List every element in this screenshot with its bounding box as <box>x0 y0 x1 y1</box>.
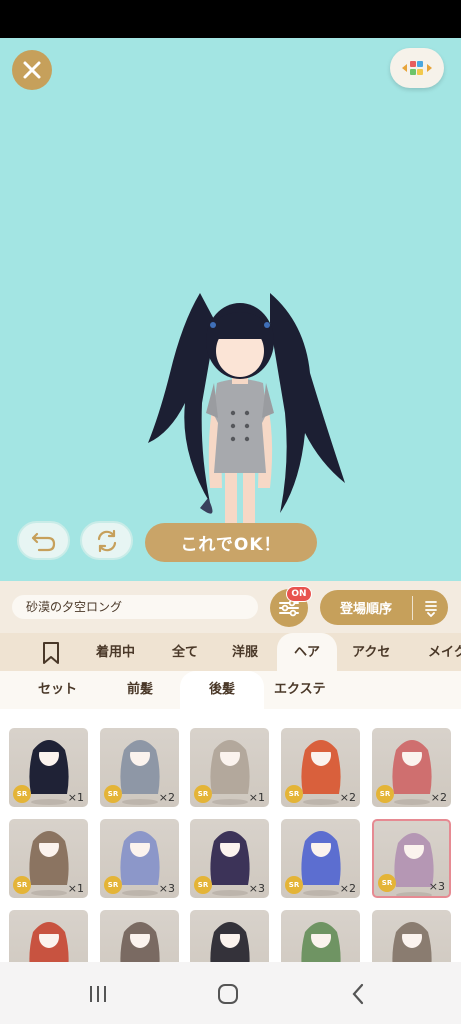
hair-preview-icon <box>120 922 160 962</box>
avatar-character <box>148 293 345 550</box>
hair-item[interactable]: SR ×3 <box>100 819 179 898</box>
hair-item[interactable]: SR ×3 <box>190 819 269 898</box>
category-tabs: 着用中 全て 洋服 ヘア アクセ メイク <box>0 633 461 671</box>
rarity-badge: SR <box>104 876 122 894</box>
sort-order-icon[interactable] <box>413 599 448 617</box>
item-count: ×3 <box>248 882 265 895</box>
hair-item[interactable] <box>100 910 179 962</box>
subcategory-tabs: セット 前髪 後髪 エクステ <box>0 671 461 709</box>
tab-accessories[interactable]: アクセ <box>352 633 390 671</box>
item-count: ×2 <box>430 791 447 804</box>
hair-item[interactable] <box>372 910 451 962</box>
rarity-badge: SR <box>376 785 394 803</box>
selected-item-name: 砂漠の夕空ロング <box>12 595 258 619</box>
item-count: ×3 <box>428 880 445 893</box>
hair-preview-icon <box>29 922 69 962</box>
avatar-stage: これでOK！ <box>0 38 461 581</box>
item-count: ×1 <box>248 791 265 804</box>
subtab-set[interactable]: セット <box>38 671 77 709</box>
subtab-bangs[interactable]: 前髪 <box>127 671 153 709</box>
rarity-badge: SR <box>13 785 31 803</box>
item-count: ×2 <box>158 791 175 804</box>
hair-item[interactable]: SR ×1 <box>190 728 269 807</box>
subtab-back-hair[interactable]: 後髪 <box>180 671 264 709</box>
tab-hair[interactable]: ヘア <box>277 633 337 671</box>
back-icon <box>352 983 364 1005</box>
home-icon <box>218 984 238 1004</box>
hair-item[interactable]: SR ×2 <box>372 728 451 807</box>
subtab-extensions[interactable]: エクステ <box>274 671 326 709</box>
hair-item[interactable] <box>281 910 360 962</box>
rarity-badge: SR <box>13 876 31 894</box>
tab-clothes[interactable]: 洋服 <box>232 633 258 671</box>
undo-button[interactable] <box>17 521 70 560</box>
sort-button[interactable]: 登場順序 <box>320 590 448 625</box>
hair-item[interactable]: SR ×1 <box>9 819 88 898</box>
rarity-badge: SR <box>378 874 396 892</box>
rarity-badge: SR <box>194 876 212 894</box>
tab-all[interactable]: 全て <box>172 633 198 671</box>
status-bar <box>0 0 461 38</box>
close-button[interactable] <box>12 50 52 90</box>
item-count: ×2 <box>339 882 356 895</box>
recent-apps-button[interactable] <box>78 980 118 1008</box>
item-count: ×2 <box>339 791 356 804</box>
close-icon <box>23 61 41 79</box>
reset-button[interactable] <box>80 521 133 560</box>
filter-bar: 砂漠の夕空ロング ON 登場順序 <box>0 581 461 633</box>
back-button[interactable] <box>338 980 378 1008</box>
hair-item[interactable] <box>190 910 269 962</box>
menu-button[interactable] <box>390 48 444 88</box>
tab-makeup[interactable]: メイク <box>428 633 461 671</box>
bookmark-icon[interactable] <box>38 641 64 665</box>
tab-wearing[interactable]: 着用中 <box>96 633 135 671</box>
item-grid: SR ×1 SR ×2 SR ×1 SR ×2 SR ×2 SR ×1 SR ×3 SR ×3 SR ×2 SR ×3 <box>0 709 461 962</box>
recent-apps-icon <box>90 986 106 1002</box>
rarity-badge: SR <box>104 785 122 803</box>
home-button[interactable] <box>208 980 248 1008</box>
rarity-badge: SR <box>285 876 303 894</box>
hair-preview-icon <box>392 922 432 962</box>
hair-item[interactable]: SR ×2 <box>100 728 179 807</box>
confirm-button[interactable]: これでOK！ <box>145 523 317 562</box>
sort-label: 登場順序 <box>339 602 392 617</box>
hair-preview-icon <box>210 922 250 962</box>
hair-item[interactable]: SR ×2 <box>281 819 360 898</box>
item-count: ×1 <box>67 791 84 804</box>
hair-item[interactable]: SR ×1 <box>9 728 88 807</box>
item-count: ×1 <box>67 882 84 895</box>
hair-item[interactable] <box>9 910 88 962</box>
item-count: ×3 <box>158 882 175 895</box>
palette-menu-icon <box>402 61 432 75</box>
system-nav-bar <box>0 962 461 1024</box>
filter-on-badge: ON <box>286 586 312 602</box>
hair-preview-icon <box>301 922 341 962</box>
rarity-badge: SR <box>194 785 212 803</box>
hair-item[interactable]: SR ×3 <box>372 819 451 898</box>
refresh-icon <box>97 529 116 552</box>
rarity-badge: SR <box>285 785 303 803</box>
undo-icon <box>31 532 55 551</box>
hair-item[interactable]: SR ×2 <box>281 728 360 807</box>
